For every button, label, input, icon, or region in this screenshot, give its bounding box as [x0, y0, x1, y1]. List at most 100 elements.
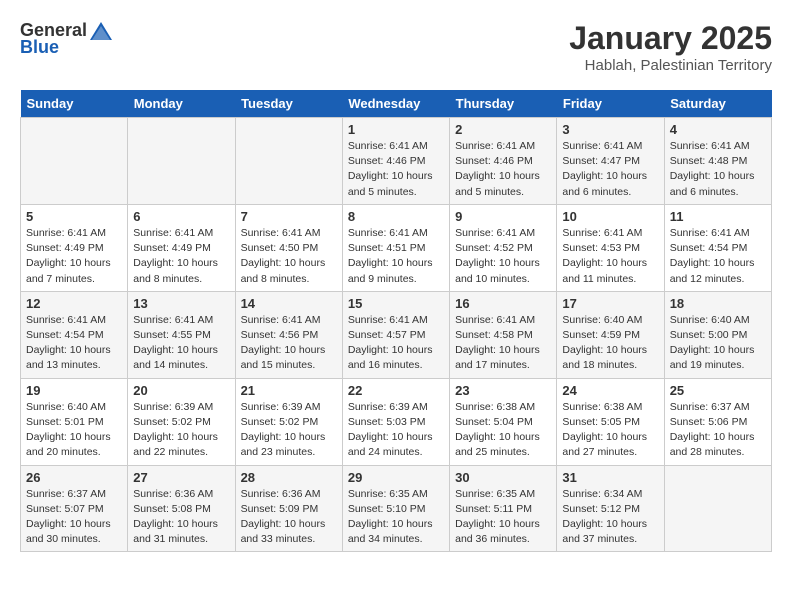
day-number: 26	[26, 470, 122, 485]
day-number: 11	[670, 209, 766, 224]
calendar-cell: 31Sunrise: 6:34 AMSunset: 5:12 PMDayligh…	[557, 465, 664, 552]
day-number: 25	[670, 383, 766, 398]
calendar-cell: 2 Sunrise: 6:41 AMSunset: 4:46 PMDaylight…	[450, 118, 557, 205]
day-number: 8	[348, 209, 444, 224]
day-number: 4	[670, 122, 766, 137]
calendar-cell: 6 Sunrise: 6:41 AMSunset: 4:49 PMDaylight…	[128, 204, 235, 291]
day-number: 5	[26, 209, 122, 224]
day-info: Sunrise: 6:41 AMSunset: 4:52 PMDaylight:…	[455, 226, 551, 287]
day-info: Sunrise: 6:41 AMSunset: 4:58 PMDaylight:…	[455, 313, 551, 374]
day-info: Sunrise: 6:36 AMSunset: 5:09 PMDaylight:…	[241, 487, 337, 548]
calendar-cell: 27 Sunrise: 6:36 AMSunset: 5:08 PMDayligh…	[128, 465, 235, 552]
calendar-cell: 9 Sunrise: 6:41 AMSunset: 4:52 PMDaylight…	[450, 204, 557, 291]
day-number: 23	[455, 383, 551, 398]
day-number: 13	[133, 296, 229, 311]
day-number: 6	[133, 209, 229, 224]
calendar-cell: 11 Sunrise: 6:41 AMSunset: 4:54 PMDayligh…	[664, 204, 771, 291]
calendar-cell	[664, 465, 771, 552]
calendar-cell: 14 Sunrise: 6:41 AMSunset: 4:56 PMDayligh…	[235, 291, 342, 378]
day-info: Sunrise: 6:41 AMSunset: 4:46 PMDaylight:…	[455, 139, 551, 200]
day-number: 10	[562, 209, 658, 224]
day-info: Sunrise: 6:41 AMSunset: 4:49 PMDaylight:…	[133, 226, 229, 287]
header-sunday: Sunday	[21, 90, 128, 118]
day-info: Sunrise: 6:41 AMSunset: 4:48 PMDaylight:…	[670, 139, 766, 200]
day-number: 29	[348, 470, 444, 485]
week-row-4: 19Sunrise: 6:40 AMSunset: 5:01 PMDayligh…	[21, 378, 772, 465]
day-info: Sunrise: 6:41 AMSunset: 4:51 PMDaylight:…	[348, 226, 444, 287]
calendar-cell: 1Sunrise: 6:41 AMSunset: 4:46 PMDaylight…	[342, 118, 449, 205]
day-info: Sunrise: 6:35 AMSunset: 5:11 PMDaylight:…	[455, 487, 551, 548]
day-number: 30	[455, 470, 551, 485]
day-info: Sunrise: 6:41 AMSunset: 4:56 PMDaylight:…	[241, 313, 337, 374]
day-number: 17	[562, 296, 658, 311]
day-info: Sunrise: 6:36 AMSunset: 5:08 PMDaylight:…	[133, 487, 229, 548]
calendar-cell: 4 Sunrise: 6:41 AMSunset: 4:48 PMDaylight…	[664, 118, 771, 205]
day-number: 22	[348, 383, 444, 398]
week-row-3: 12 Sunrise: 6:41 AMSunset: 4:54 PMDayligh…	[21, 291, 772, 378]
calendar-cell: 8 Sunrise: 6:41 AMSunset: 4:51 PMDaylight…	[342, 204, 449, 291]
logo-icon	[90, 22, 112, 40]
calendar-cell: 21Sunrise: 6:39 AMSunset: 5:02 PMDayligh…	[235, 378, 342, 465]
calendar-cell: 15 Sunrise: 6:41 AMSunset: 4:57 PMDayligh…	[342, 291, 449, 378]
day-info: Sunrise: 6:38 AMSunset: 5:05 PMDaylight:…	[562, 400, 658, 461]
day-number: 20	[133, 383, 229, 398]
calendar-cell: 20 Sunrise: 6:39 AMSunset: 5:02 PMDayligh…	[128, 378, 235, 465]
day-number: 21	[241, 383, 337, 398]
calendar-cell: 22 Sunrise: 6:39 AMSunset: 5:03 PMDayligh…	[342, 378, 449, 465]
calendar-table: SundayMondayTuesdayWednesdayThursdayFrid…	[20, 90, 772, 552]
day-number: 31	[562, 470, 658, 485]
week-row-1: 1 Sunrise: 6:41 AMSunset: 4:46 PMDaylight…	[21, 118, 772, 205]
day-number: 2	[455, 122, 551, 137]
day-info: Sunrise: 6:41 AMSunset: 4:57 PMDaylight:…	[348, 313, 444, 374]
logo-blue: Blue	[20, 37, 59, 58]
calendar-cell: 16 Sunrise: 6:41 AMSunset: 4:58 PMDayligh…	[450, 291, 557, 378]
day-info: Sunrise: 6:39 AMSunset: 5:03 PMDaylight:…	[348, 400, 444, 461]
calendar-cell: 3Sunrise: 6:41 AMSunset: 4:47 PMDaylight…	[557, 118, 664, 205]
header-thursday: Thursday	[450, 90, 557, 118]
header-saturday: Saturday	[664, 90, 771, 118]
day-number: 9	[455, 209, 551, 224]
day-info: Sunrise: 6:38 AMSunset: 5:04 PMDaylight:…	[455, 400, 551, 461]
day-number: 7	[241, 209, 337, 224]
calendar-cell: 17Sunrise: 6:40 AMSunset: 4:59 PMDayligh…	[557, 291, 664, 378]
header-tuesday: Tuesday	[235, 90, 342, 118]
day-number: 16	[455, 296, 551, 311]
calendar-cell: 25Sunrise: 6:37 AMSunset: 5:06 PMDayligh…	[664, 378, 771, 465]
day-number: 12	[26, 296, 122, 311]
day-info: Sunrise: 6:41 AMSunset: 4:47 PMDaylight:…	[562, 139, 658, 200]
day-info: Sunrise: 6:35 AMSunset: 5:10 PMDaylight:…	[348, 487, 444, 548]
day-number: 15	[348, 296, 444, 311]
header-monday: Monday	[128, 90, 235, 118]
day-info: Sunrise: 6:41 AMSunset: 4:54 PMDaylight:…	[26, 313, 122, 374]
calendar-cell: 23 Sunrise: 6:38 AMSunset: 5:04 PMDayligh…	[450, 378, 557, 465]
calendar-cell: 7 Sunrise: 6:41 AMSunset: 4:50 PMDaylight…	[235, 204, 342, 291]
title-block: January 2025 Hablah, Palestinian Territo…	[569, 20, 772, 74]
day-info: Sunrise: 6:41 AMSunset: 4:54 PMDaylight:…	[670, 226, 766, 287]
day-info: Sunrise: 6:37 AMSunset: 5:07 PMDaylight:…	[26, 487, 122, 548]
calendar-cell: 5 Sunrise: 6:41 AMSunset: 4:49 PMDaylight…	[21, 204, 128, 291]
header-wednesday: Wednesday	[342, 90, 449, 118]
day-info: Sunrise: 6:41 AMSunset: 4:55 PMDaylight:…	[133, 313, 229, 374]
day-info: Sunrise: 6:41 AMSunset: 4:49 PMDaylight:…	[26, 226, 122, 287]
day-number: 1	[348, 122, 444, 137]
calendar-cell: 30 Sunrise: 6:35 AMSunset: 5:11 PMDayligh…	[450, 465, 557, 552]
calendar-cell: 19Sunrise: 6:40 AMSunset: 5:01 PMDayligh…	[21, 378, 128, 465]
day-number: 14	[241, 296, 337, 311]
day-number: 27	[133, 470, 229, 485]
day-info: Sunrise: 6:39 AMSunset: 5:02 PMDaylight:…	[133, 400, 229, 461]
calendar-cell: 28 Sunrise: 6:36 AMSunset: 5:09 PMDayligh…	[235, 465, 342, 552]
calendar-cell	[21, 118, 128, 205]
calendar-cell: 24Sunrise: 6:38 AMSunset: 5:05 PMDayligh…	[557, 378, 664, 465]
calendar-cell: 13 Sunrise: 6:41 AMSunset: 4:55 PMDayligh…	[128, 291, 235, 378]
calendar-cell: 18Sunrise: 6:40 AMSunset: 5:00 PMDayligh…	[664, 291, 771, 378]
day-info: Sunrise: 6:41 AMSunset: 4:53 PMDaylight:…	[562, 226, 658, 287]
day-number: 28	[241, 470, 337, 485]
logo: General Blue	[20, 20, 113, 58]
week-row-5: 26 Sunrise: 6:37 AMSunset: 5:07 PMDayligh…	[21, 465, 772, 552]
calendar-cell: 10 Sunrise: 6:41 AMSunset: 4:53 PMDayligh…	[557, 204, 664, 291]
day-info: Sunrise: 6:41 AMSunset: 4:50 PMDaylight:…	[241, 226, 337, 287]
calendar-title: January 2025	[569, 20, 772, 57]
day-info: Sunrise: 6:40 AMSunset: 5:01 PMDaylight:…	[26, 400, 122, 461]
day-number: 18	[670, 296, 766, 311]
calendar-subtitle: Hablah, Palestinian Territory	[569, 57, 772, 74]
